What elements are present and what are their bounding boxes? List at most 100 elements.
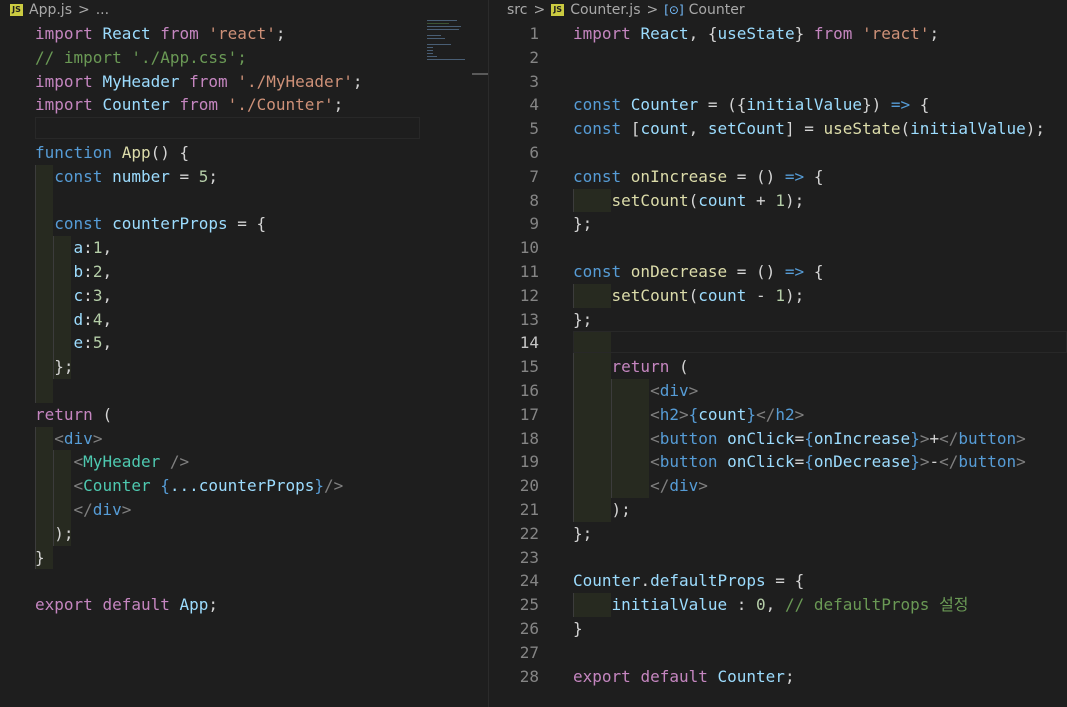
- code-line[interactable]: 20 </div>: [489, 474, 1067, 498]
- code-token: >: [1016, 452, 1026, 472]
- code-line[interactable]: 1 import React, {useState} from 'react';: [489, 22, 1067, 46]
- line-number: 2: [529, 47, 539, 67]
- breadcrumb-symbol[interactable]: Counter: [689, 2, 745, 18]
- code-token: (: [900, 119, 911, 139]
- code-line[interactable]: 4import Counter from './Counter';: [0, 93, 488, 117]
- code-line[interactable]: 17 <h2>{count}</h2>: [489, 403, 1067, 427]
- code-token: ;: [208, 166, 219, 186]
- code-line[interactable]: 2// import './App.css';: [0, 46, 488, 70]
- code-line[interactable]: 19 <MyHeader />: [0, 450, 488, 474]
- code-line[interactable]: 25 initialValue : 0, // defaultProps 설정: [489, 593, 1067, 617]
- code-token: =: [794, 452, 805, 472]
- editor-pane-app-js[interactable]: JS App.js > ... 1import React from 'reac…: [0, 0, 488, 707]
- code-area[interactable]: 1import React from 'react';2// import '.…: [0, 22, 488, 641]
- code-line[interactable]: 22};: [489, 522, 1067, 546]
- code-line[interactable]: 21 );: [489, 498, 1067, 522]
- code-line[interactable]: 1import React from 'react';: [0, 22, 488, 46]
- breadcrumb-file[interactable]: App.js: [29, 2, 72, 18]
- code-text: const Counter = ({initialValue}) => {: [573, 93, 929, 117]
- code-line[interactable]: 8 setCount(count + 1);: [489, 189, 1067, 213]
- code-text: </div>: [35, 498, 132, 522]
- code-line[interactable]: 4 const Counter = ({initialValue}) => {: [489, 93, 1067, 117]
- code-line[interactable]: 6function App() {: [0, 141, 488, 165]
- code-line[interactable]: 27: [489, 641, 1067, 665]
- code-token: App: [121, 142, 151, 162]
- code-line[interactable]: 18 <button onClick={onIncrease}>+</butto…: [489, 427, 1067, 451]
- code-line[interactable]: 23: [489, 546, 1067, 570]
- code-line[interactable]: 15 };: [0, 355, 488, 379]
- code-line[interactable]: 17return (: [0, 403, 488, 427]
- code-line[interactable]: 15 return (: [489, 355, 1067, 379]
- line-number: 7: [529, 166, 539, 186]
- code-line[interactable]: 13 d:4,: [0, 308, 488, 332]
- code-token: +: [746, 190, 776, 210]
- code-line[interactable]: 6: [489, 141, 1067, 165]
- code-line[interactable]: 24 Counter.defaultProps = {: [489, 569, 1067, 593]
- code-area[interactable]: 1 import React, {useState} from 'react'; 2…: [489, 22, 1067, 688]
- code-line[interactable]: 26}: [489, 617, 1067, 641]
- code-token: button: [958, 452, 1017, 472]
- code-line[interactable]: 16: [0, 379, 488, 403]
- line-number: 22: [519, 523, 539, 543]
- line-number: 5: [529, 119, 539, 139]
- scrollbar-indicator[interactable]: [472, 73, 488, 75]
- code-token: h2: [775, 404, 795, 424]
- code-token: const: [573, 261, 631, 281]
- code-token: {: [150, 476, 170, 496]
- code-line[interactable]: 28 export default Counter;: [489, 665, 1067, 689]
- code-line[interactable]: 18 <div>: [0, 427, 488, 451]
- breadcrumb-file[interactable]: Counter.js: [570, 2, 640, 18]
- code-line[interactable]: 25export default App;: [0, 593, 488, 617]
- breadcrumb-folder[interactable]: src: [507, 2, 527, 18]
- code-text: e:5,: [35, 331, 113, 355]
- code-line[interactable]: 7 const onIncrease = () => {: [489, 165, 1067, 189]
- code-text: };: [573, 212, 592, 236]
- code-line[interactable]: 21 </div>: [0, 498, 488, 522]
- code-line[interactable]: 13};: [489, 308, 1067, 332]
- code-token: 'react': [862, 24, 930, 43]
- code-text: const onIncrease = () => {: [573, 165, 823, 189]
- code-token: =: [794, 428, 805, 448]
- code-line[interactable]: 5 const [count, setCount] = useState(init…: [489, 117, 1067, 141]
- code-line[interactable]: 10: [489, 236, 1067, 260]
- code-line[interactable]: 14 e:5,: [0, 331, 488, 355]
- code-line[interactable]: 10 a:1,: [0, 236, 488, 260]
- code-line[interactable]: 9 const counterProps = {: [0, 212, 488, 236]
- code-text: const number = 5;: [35, 165, 218, 189]
- code-line[interactable]: 20 <Counter {...counterProps}/>: [0, 474, 488, 498]
- code-token: setCount: [573, 285, 689, 305]
- breadcrumb-more[interactable]: ...: [96, 2, 109, 18]
- code-line[interactable]: 3: [489, 70, 1067, 94]
- code-line[interactable]: 7 const number = 5;: [0, 165, 488, 189]
- editor-pane-counter-js[interactable]: src > JS Counter.js > [⊙] Counter 1 impor…: [489, 0, 1067, 707]
- code-line[interactable]: 24: [0, 569, 488, 593]
- minimap[interactable]: [427, 20, 472, 72]
- code-line[interactable]: 22 );: [0, 522, 488, 546]
- code-line[interactable]: 23}: [0, 546, 488, 570]
- code-line[interactable]: 8: [0, 189, 488, 213]
- line-number: 13: [519, 309, 539, 329]
- code-line[interactable]: 19 <button onClick={onDecrease}>-</butto…: [489, 450, 1067, 474]
- line-number: 19: [519, 452, 539, 472]
- code-line[interactable]: 11 b:2,: [0, 260, 488, 284]
- code-text: <h2>{count}</h2>: [573, 403, 804, 427]
- code-token: <: [35, 452, 84, 472]
- code-token: <: [573, 404, 660, 424]
- code-line[interactable]: 26: [0, 617, 488, 641]
- code-token: ,: [102, 333, 113, 353]
- code-line[interactable]: 16 <div>: [489, 379, 1067, 403]
- code-line[interactable]: 2: [489, 46, 1067, 70]
- code-token: div: [63, 428, 93, 448]
- code-line[interactable]: 14: [489, 331, 1067, 355]
- line-number: 14: [519, 333, 539, 353]
- code-text: }: [573, 617, 583, 641]
- code-token: >: [688, 380, 699, 400]
- code-line[interactable]: 3import MyHeader from './MyHeader';: [0, 70, 488, 94]
- code-line[interactable]: 11 const onDecrease = () => {: [489, 260, 1067, 284]
- code-text: };: [573, 522, 592, 546]
- code-line[interactable]: 12 setCount(count - 1);: [489, 284, 1067, 308]
- code-token: count: [640, 119, 689, 139]
- code-line[interactable]: 12 c:3,: [0, 284, 488, 308]
- code-line[interactable]: 5: [0, 117, 488, 141]
- code-line[interactable]: 9};: [489, 212, 1067, 236]
